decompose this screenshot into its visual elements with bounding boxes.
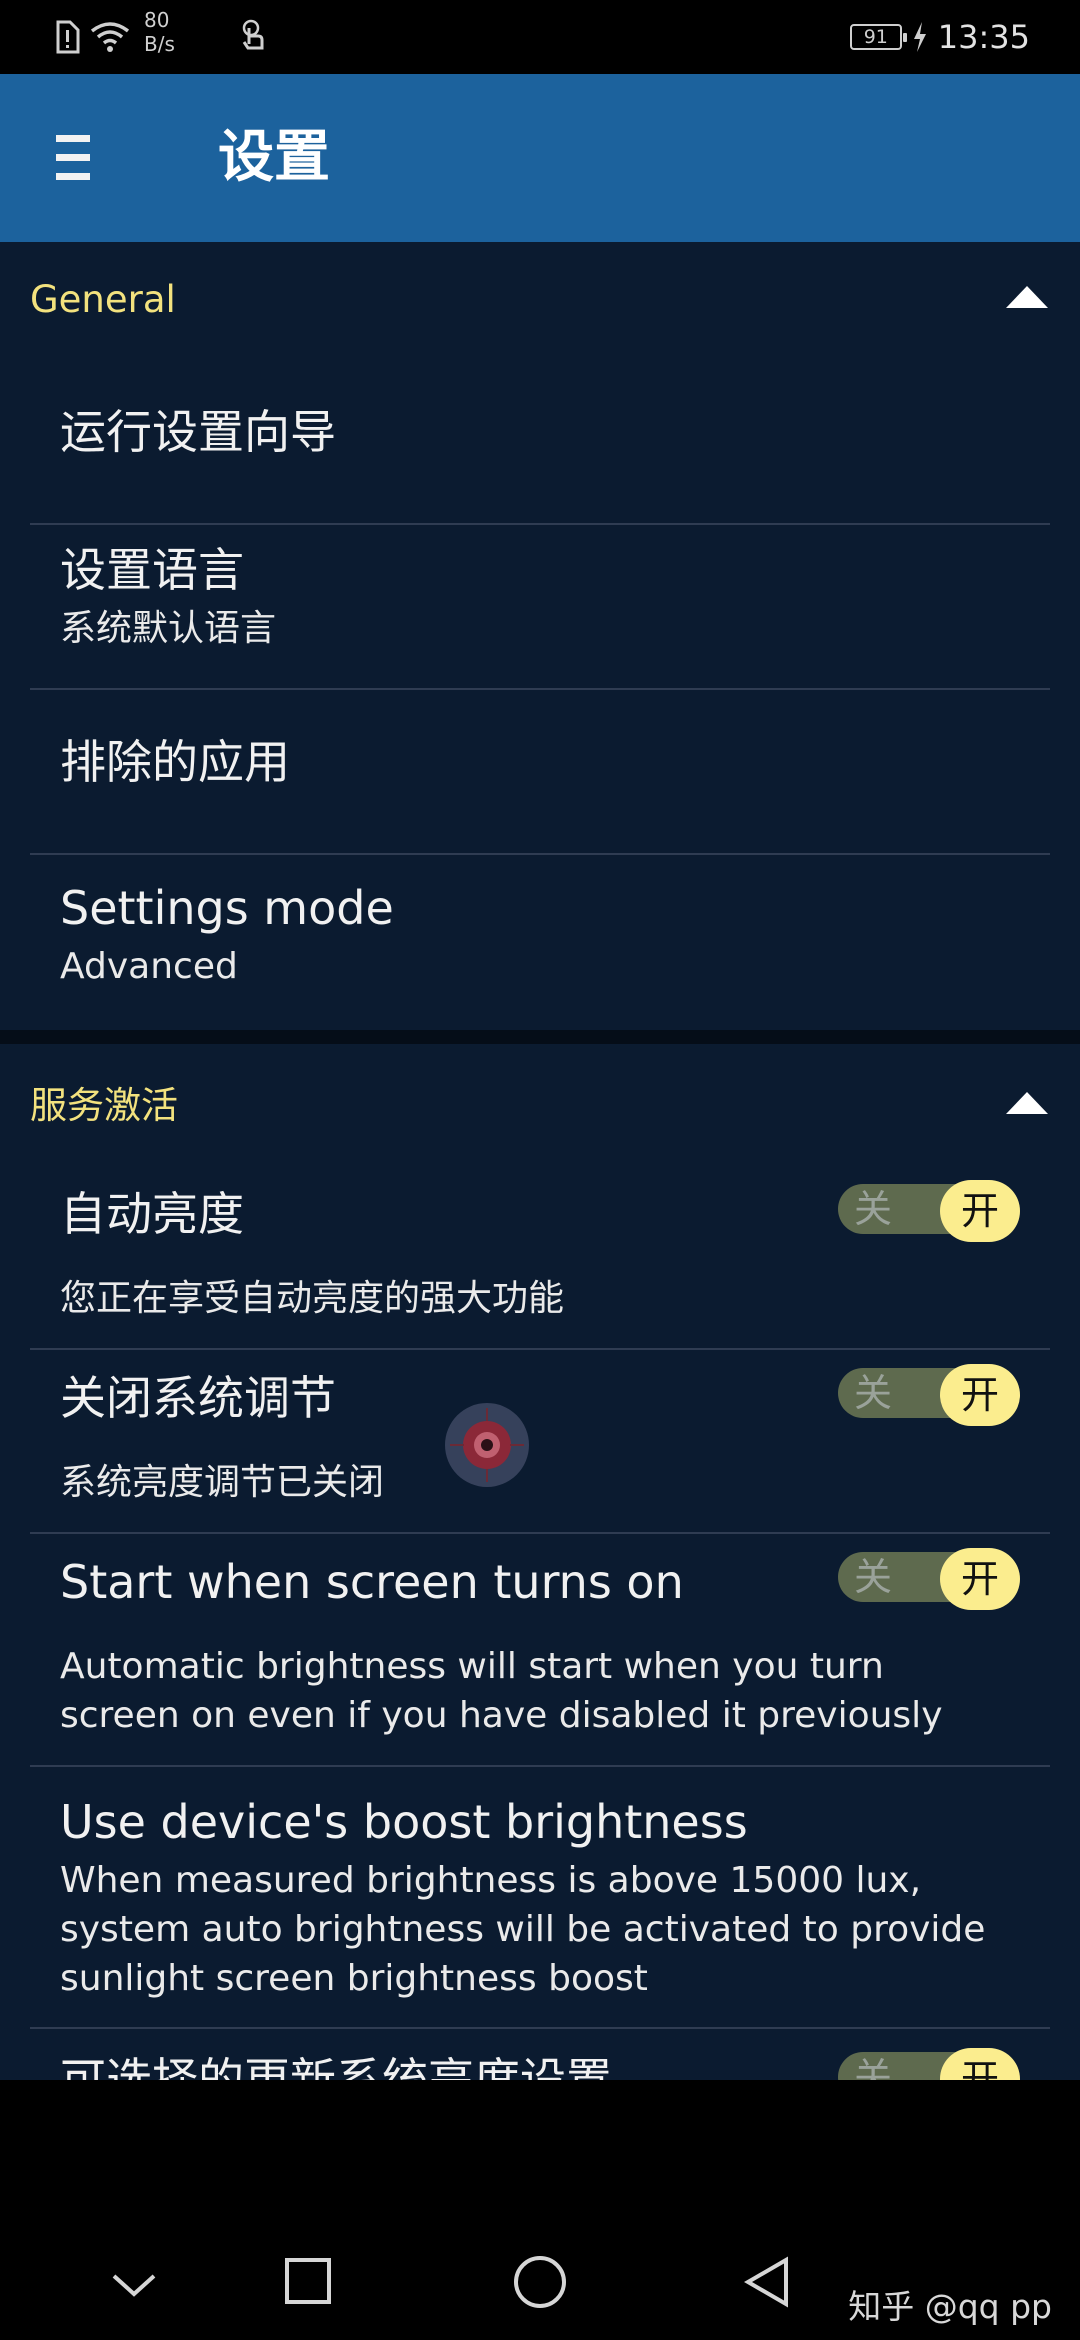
status-left-icons [54, 16, 130, 58]
toggle-start-on-screen-on[interactable]: 关 开 [838, 1548, 1020, 1610]
toggle-off-label: 关 [854, 1555, 893, 1599]
section-header-service[interactable]: 服务激活 [0, 1082, 1080, 1172]
setting-subtitle-line: system auto brightness will be activated… [60, 1909, 986, 1950]
settings-list[interactable]: General 运行设置向导 设置语言 系统默认语言 排除的应用 Setting… [0, 242, 1080, 2080]
charging-icon [913, 22, 926, 52]
setting-subtitle-line: screen on even if you have disabled it p… [60, 1695, 943, 1736]
network-speed-value: 80 [144, 8, 170, 32]
setting-subtitle: 系统亮度调节已关闭 [60, 1462, 385, 1503]
setting-subtitle-line: sunlight screen brightness boost [60, 1958, 648, 1999]
toggle-optional-system-brightness[interactable]: 关 开 [838, 2048, 1020, 2080]
section-title-service: 服务激活 [30, 1084, 178, 1127]
toggle-off-label: 关 [854, 2055, 893, 2080]
divider [30, 1765, 1050, 1767]
toggle-disable-system-adjust[interactable]: 关 开 [838, 1364, 1020, 1426]
network-speed: 80 B/s [144, 8, 175, 56]
app-bar: 设置 [0, 74, 1080, 242]
status-time: 13:35 [937, 18, 1030, 56]
setting-title: Use device's boost brightness [60, 1795, 748, 1849]
setting-language[interactable]: 设置语言 系统默认语言 [30, 540, 1050, 688]
toggle-auto-brightness[interactable]: 关 开 [838, 1180, 1020, 1242]
setting-excluded-apps[interactable]: 排除的应用 [30, 732, 1050, 852]
status-right-icons: 91 13:35 [849, 16, 1030, 58]
watermark-text: 知乎 @qq pp [848, 2287, 1052, 2326]
setting-run-wizard[interactable]: 运行设置向导 [30, 402, 1050, 522]
setting-settings-mode[interactable]: Settings mode Advanced [30, 878, 1050, 1018]
sim-alert-icon [56, 20, 80, 54]
toggle-on-knob: 开 [940, 1548, 1020, 1610]
collapse-up-icon[interactable] [1004, 282, 1050, 312]
toggle-off-label: 关 [854, 1187, 893, 1231]
setting-subtitle-line: Automatic brightness will start when you… [60, 1646, 884, 1687]
wifi-icon [90, 22, 130, 52]
setting-subtitle: Advanced [60, 946, 238, 987]
setting-title: 关闭系统调节 [60, 1371, 336, 1425]
setting-title: Settings mode [60, 881, 394, 935]
setting-boost-brightness[interactable]: Use device's boost brightness When measu… [30, 1792, 1050, 2042]
toggle-off-label: 关 [854, 1371, 893, 1415]
setting-title: 设置语言 [60, 543, 244, 597]
battery-icon: 91 [849, 24, 907, 50]
collapse-up-icon[interactable] [1004, 1088, 1050, 1118]
section-title-general: General [30, 278, 176, 321]
battery-level: 91 [863, 26, 888, 48]
toggle-on-knob: 开 [940, 2048, 1020, 2080]
setting-subtitle: 系统默认语言 [60, 608, 277, 649]
recent-apps-icon[interactable] [283, 2256, 333, 2306]
setting-subtitle-line: When measured brightness is above 15000 … [60, 1860, 922, 1901]
home-icon[interactable] [512, 2254, 568, 2310]
status-bar: 80 B/s 91 13:35 [0, 0, 1080, 74]
divider [30, 2027, 1050, 2029]
setting-title: 自动亮度 [60, 1187, 244, 1241]
chevron-down-icon[interactable] [108, 2268, 160, 2300]
page-title: 设置 [218, 125, 330, 190]
menu-button[interactable] [40, 118, 112, 198]
divider [30, 853, 1050, 855]
navigation-bar: 知乎 @qq pp [0, 2080, 1080, 2340]
divider [30, 523, 1050, 525]
setting-title: Start when screen turns on [60, 1555, 684, 1609]
divider [30, 1348, 1050, 1350]
eye-cursor-icon [445, 1403, 529, 1487]
network-speed-unit: B/s [144, 32, 175, 56]
setting-subtitle: 您正在享受自动亮度的强大功能 [60, 1278, 565, 1319]
divider [30, 688, 1050, 690]
divider [30, 1532, 1050, 1534]
setting-title: 可选择的更新系统亮度设置 [60, 2053, 612, 2080]
section-separator [0, 1030, 1080, 1044]
toggle-on-knob: 开 [940, 1180, 1020, 1242]
setting-title: 运行设置向导 [60, 405, 336, 459]
setting-title: 排除的应用 [60, 735, 290, 789]
back-icon[interactable] [742, 2256, 792, 2308]
touch-icon [242, 19, 264, 50]
section-header-general[interactable]: General [0, 276, 1080, 366]
toggle-on-knob: 开 [940, 1364, 1020, 1426]
